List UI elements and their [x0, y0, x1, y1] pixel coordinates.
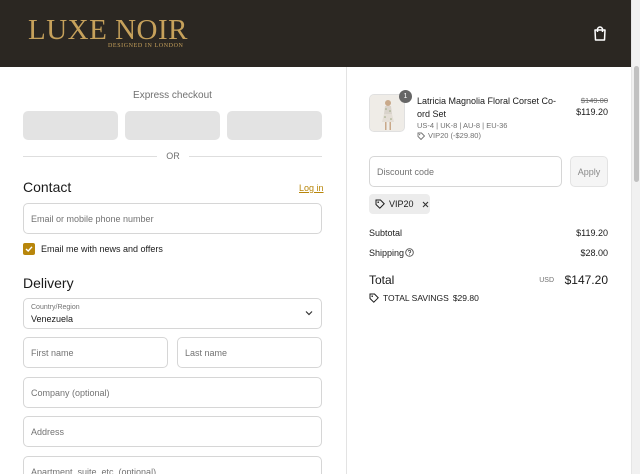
contact-title: Contact: [23, 179, 72, 195]
product-discount: VIP20 (-$29.80): [417, 131, 481, 140]
savings-label: TOTAL SAVINGS: [383, 293, 449, 303]
country-label: Country/Region: [31, 304, 80, 311]
apartment-field[interactable]: [24, 457, 321, 474]
first-name-wrapper: [23, 337, 168, 368]
discount-code-field[interactable]: [370, 157, 561, 186]
page-scrollbar[interactable]: [631, 0, 640, 474]
site-header: LUXE NOIR DESIGNED IN LONDON: [0, 0, 631, 67]
company-field[interactable]: [24, 378, 321, 407]
address-field[interactable]: [24, 417, 321, 446]
total-savings: TOTAL SAVINGS $29.80: [369, 293, 479, 303]
product-variant: US-4 | UK-8 | AU-8 | EU-36: [417, 121, 508, 130]
tag-icon: [417, 132, 425, 140]
order-summary: 1 Latricia Magnolia Floral Corset Co-ord…: [346, 67, 631, 474]
checkout-form: Express checkout OR Contact Log in Email…: [0, 67, 346, 474]
currency-code: USD: [539, 277, 554, 284]
check-icon: [25, 246, 33, 252]
product-discount-text: VIP20 (-$29.80): [428, 131, 481, 140]
last-name-wrapper: [177, 337, 322, 368]
country-value: Venezuela: [31, 314, 74, 324]
brand-tagline: DESIGNED IN LONDON: [108, 43, 184, 49]
email-field[interactable]: [24, 204, 321, 233]
email-field-wrapper: [23, 203, 322, 234]
divider-left: [23, 156, 157, 157]
first-name-field[interactable]: [24, 338, 167, 367]
divider-or: OR: [166, 151, 180, 161]
product-original-price: $149.00: [580, 96, 608, 105]
newsletter-checkbox[interactable]: [23, 243, 35, 255]
remove-discount-close-icon[interactable]: [422, 201, 429, 208]
company-wrapper: [23, 377, 322, 408]
shopping-bag-icon[interactable]: [592, 25, 608, 42]
savings-value: $29.80: [452, 293, 479, 303]
express-pay-button-2[interactable]: [125, 111, 220, 140]
applied-discount-code: VIP20: [389, 199, 414, 209]
shipping-value: $28.00: [580, 248, 608, 258]
express-pay-button-3[interactable]: [227, 111, 322, 140]
quantity-badge: 1: [399, 90, 412, 103]
subtotal-label: Subtotal: [369, 228, 403, 238]
chevron-down-icon: [305, 311, 313, 316]
subtotal-value: $119.20: [576, 228, 608, 238]
product-name: Latricia Magnolia Floral Corset Co-ord S…: [417, 96, 557, 119]
tag-icon: [375, 199, 385, 209]
brand-logo[interactable]: LUXE NOIR: [28, 14, 188, 46]
apartment-wrapper: [23, 456, 322, 474]
delivery-title: Delivery: [23, 275, 74, 291]
newsletter-label: Email me with news and offers: [41, 244, 163, 254]
login-link[interactable]: Log in: [299, 183, 324, 193]
country-select[interactable]: Country/Region Venezuela: [23, 298, 322, 329]
help-circle-icon[interactable]: [405, 248, 414, 257]
express-pay-button-1[interactable]: [23, 111, 118, 140]
tag-icon: [369, 293, 379, 303]
scrollbar-thumb[interactable]: [634, 66, 639, 182]
last-name-field[interactable]: [178, 338, 321, 367]
apply-discount-button[interactable]: Apply: [570, 156, 608, 187]
divider-right: [189, 156, 322, 157]
discount-code-wrapper: [369, 156, 562, 187]
total-label: Total: [369, 273, 395, 287]
express-checkout-title: Express checkout: [133, 90, 212, 101]
total-value: $147.20: [564, 273, 608, 287]
shipping-label: Shipping: [369, 248, 405, 258]
address-wrapper: [23, 416, 322, 447]
product-price: $119.20: [576, 107, 608, 117]
applied-discount-tag: VIP20: [369, 194, 430, 214]
